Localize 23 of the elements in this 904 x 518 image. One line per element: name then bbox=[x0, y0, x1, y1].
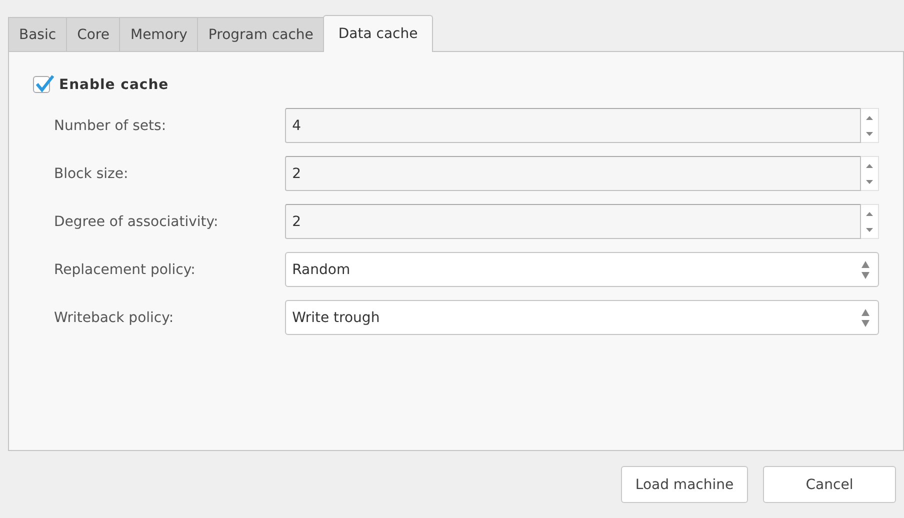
spin-field[interactable]: 4 bbox=[285, 108, 861, 143]
dialog-button[interactable]: Load machine bbox=[621, 466, 748, 503]
dropdown-arrows-icon bbox=[861, 258, 870, 280]
tab[interactable]: Basic bbox=[8, 17, 68, 51]
spin-arrows-icon[interactable] bbox=[861, 108, 879, 143]
spin-arrows-icon[interactable] bbox=[861, 204, 879, 239]
field-label: Degree of associativity: bbox=[54, 214, 220, 230]
dropdown[interactable]: Write trough bbox=[285, 300, 879, 335]
tab[interactable]: Data cache bbox=[323, 15, 433, 52]
checkbox-label: Enable cache bbox=[59, 76, 169, 92]
dropdown[interactable]: Random bbox=[285, 252, 879, 287]
field-label: Writeback policy: bbox=[54, 310, 175, 326]
dialog-button[interactable]: Cancel bbox=[763, 466, 896, 503]
dropdown-arrows-icon bbox=[861, 306, 870, 328]
tab[interactable]: Memory bbox=[119, 17, 198, 51]
field-label: Number of sets: bbox=[54, 118, 168, 134]
spin-field[interactable]: 2 bbox=[285, 204, 861, 239]
field-label: Replacement policy: bbox=[54, 262, 196, 278]
spin-field[interactable]: 2 bbox=[285, 156, 861, 191]
field-label: Block size: bbox=[54, 166, 130, 182]
tab[interactable]: Program cache bbox=[197, 17, 324, 51]
spin-arrows-icon[interactable] bbox=[861, 156, 879, 191]
tab[interactable]: Core bbox=[66, 17, 120, 51]
